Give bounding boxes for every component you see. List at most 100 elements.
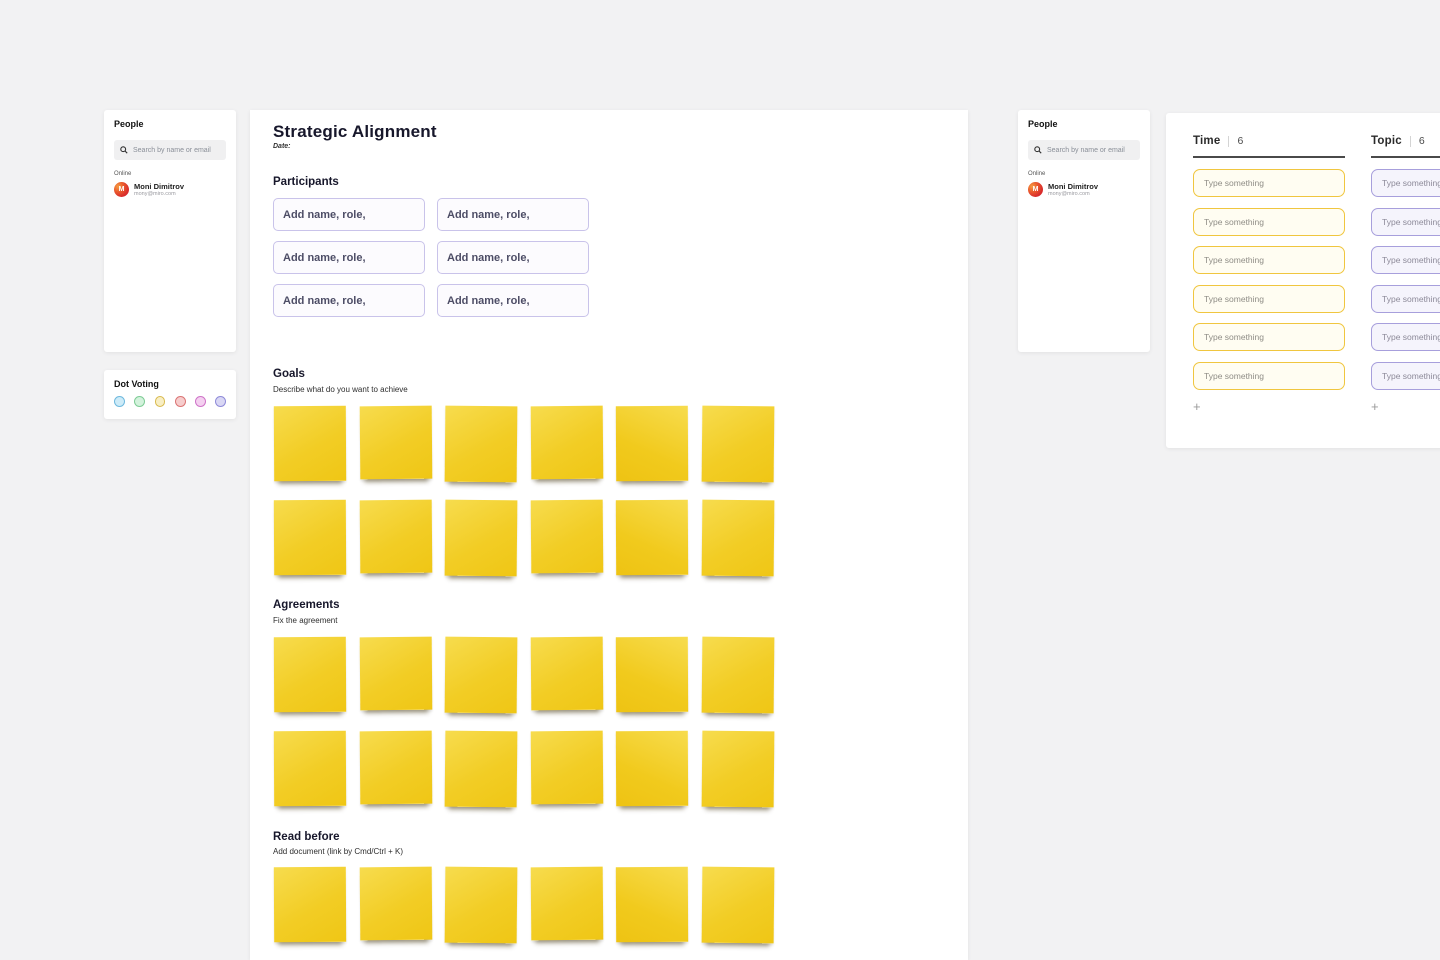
sticky-note[interactable] [530, 637, 603, 711]
board-canvas: Strategic Alignment Date: Participants A… [250, 110, 968, 960]
sticky-note[interactable] [616, 500, 688, 575]
search-input[interactable]: Search by name or email [1028, 140, 1140, 160]
sticky-note[interactable] [701, 406, 774, 483]
avatar: M [1028, 182, 1043, 197]
sticky-note[interactable] [616, 637, 688, 712]
read-before-note-row-1 [274, 867, 774, 943]
online-label: Online [1028, 171, 1140, 177]
avatar: M [114, 182, 129, 197]
dot-voting-panel: Dot Voting [104, 370, 236, 419]
sticky-note[interactable] [530, 731, 603, 805]
vote-dot-purple[interactable] [215, 396, 226, 407]
vote-dot-pink[interactable] [195, 396, 206, 407]
goals-note-row-1 [274, 406, 774, 482]
sticky-note[interactable] [445, 406, 518, 483]
sticky-note[interactable] [701, 731, 774, 808]
sticky-note[interactable] [445, 500, 518, 577]
participant-input[interactable]: Add name, role, [437, 198, 589, 231]
column-divider [1371, 156, 1440, 158]
user-list-item[interactable]: M Moni Dimitrov mony@miro.com [114, 182, 226, 198]
time-card-input[interactable]: Type something [1193, 169, 1345, 197]
search-placeholder: Search by name or email [133, 147, 211, 154]
dot-voting-title: Dot Voting [114, 379, 226, 389]
participants-heading: Participants [273, 176, 339, 188]
sticky-note[interactable] [359, 406, 432, 480]
agreements-subheading: Fix the agreement [273, 616, 337, 625]
topic-card-input[interactable]: Type something [1371, 169, 1440, 197]
sticky-note[interactable] [701, 500, 774, 577]
vote-dot-green[interactable] [134, 396, 145, 407]
user-list-item[interactable]: M Moni Dimitrov mony@miro.com [1028, 182, 1140, 198]
vote-dot-red[interactable] [175, 396, 186, 407]
sticky-note[interactable] [701, 867, 774, 944]
time-card-input[interactable]: Type something [1193, 362, 1345, 390]
vote-dot-blue[interactable] [114, 396, 125, 407]
column-divider [1193, 156, 1345, 158]
time-topic-panel: Time 6 Type something Type something Typ… [1166, 113, 1440, 448]
time-card-input[interactable]: Type something [1193, 285, 1345, 313]
sticky-note[interactable] [274, 731, 346, 806]
column-separator [1228, 136, 1229, 147]
time-column-count: 6 [1237, 135, 1243, 147]
sticky-note[interactable] [616, 406, 688, 481]
time-card-input[interactable]: Type something [1193, 246, 1345, 274]
participants-grid: Add name, role, Add name, role, Add name… [273, 198, 589, 317]
user-email: mony@miro.com [134, 191, 184, 198]
participant-input[interactable]: Add name, role, [273, 198, 425, 231]
people-panel-title: People [114, 119, 226, 129]
time-card-input[interactable]: Type something [1193, 208, 1345, 236]
search-icon [120, 146, 128, 154]
add-time-card-button[interactable]: + [1193, 400, 1207, 413]
time-column-title: Time [1193, 135, 1220, 147]
sticky-note[interactable] [445, 731, 518, 808]
vote-dot-yellow[interactable] [155, 396, 166, 407]
sticky-note[interactable] [274, 867, 346, 942]
search-placeholder: Search by name or email [1047, 147, 1125, 154]
dot-voting-dots [114, 396, 226, 407]
sticky-note[interactable] [274, 500, 346, 575]
sticky-note[interactable] [359, 637, 432, 711]
add-topic-card-button[interactable]: + [1371, 400, 1385, 413]
topic-card-input[interactable]: Type something [1371, 323, 1440, 351]
column-separator [1410, 136, 1411, 147]
people-panel-title: People [1028, 119, 1140, 129]
search-input[interactable]: Search by name or email [114, 140, 226, 160]
agreements-note-row-2 [274, 731, 774, 807]
sticky-note[interactable] [530, 406, 603, 480]
online-label: Online [114, 171, 226, 177]
topic-card-input[interactable]: Type something [1371, 208, 1440, 236]
sticky-note[interactable] [616, 867, 688, 942]
participant-input[interactable]: Add name, role, [437, 241, 589, 274]
sticky-note[interactable] [274, 637, 346, 712]
topic-card-input[interactable]: Type something [1371, 362, 1440, 390]
topic-card-input[interactable]: Type something [1371, 285, 1440, 313]
sticky-note[interactable] [274, 406, 346, 481]
goals-subheading: Describe what do you want to achieve [273, 385, 408, 394]
topic-card-input[interactable]: Type something [1371, 246, 1440, 274]
sticky-note[interactable] [530, 867, 603, 941]
people-panel-left: People Search by name or email Online M … [104, 110, 236, 352]
user-name: Moni Dimitrov [1048, 182, 1098, 191]
topic-column: Topic 6 Type something Type something Ty… [1371, 113, 1440, 413]
sticky-note[interactable] [359, 500, 432, 574]
sticky-note[interactable] [359, 731, 432, 805]
user-name: Moni Dimitrov [134, 182, 184, 191]
people-panel-right: People Search by name or email Online M … [1018, 110, 1150, 352]
sticky-note[interactable] [445, 637, 518, 714]
search-icon [1034, 146, 1042, 154]
time-column: Time 6 Type something Type something Typ… [1193, 113, 1353, 413]
user-email: mony@miro.com [1048, 191, 1098, 198]
participant-input[interactable]: Add name, role, [273, 284, 425, 317]
sticky-note[interactable] [530, 500, 603, 574]
participant-input[interactable]: Add name, role, [273, 241, 425, 274]
sticky-note[interactable] [701, 637, 774, 714]
sticky-note[interactable] [616, 731, 688, 806]
sticky-note[interactable] [359, 867, 432, 941]
read-before-subheading: Add document (link by Cmd/Ctrl + K) [273, 847, 403, 856]
topic-column-title: Topic [1371, 135, 1402, 147]
time-card-input[interactable]: Type something [1193, 323, 1345, 351]
participant-input[interactable]: Add name, role, [437, 284, 589, 317]
agreements-heading: Agreements [273, 599, 339, 611]
date-label[interactable]: Date: [273, 143, 291, 150]
sticky-note[interactable] [445, 867, 518, 944]
